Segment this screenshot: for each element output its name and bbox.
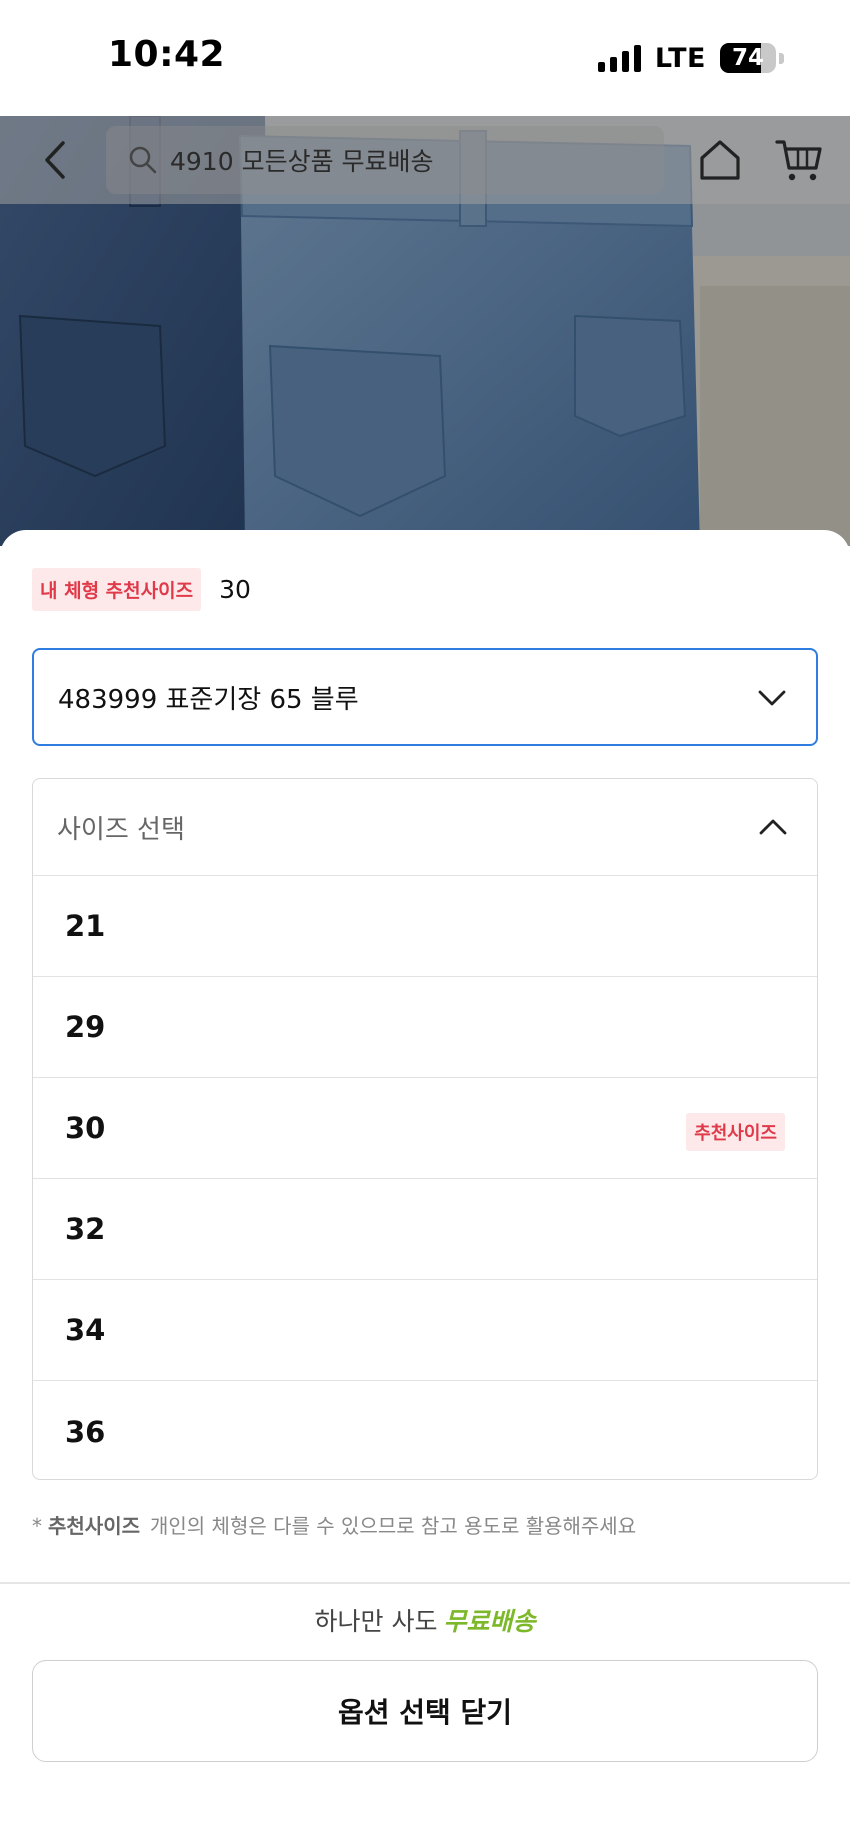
note-text: 개인의 체형은 다를 수 있으므로 참고 용도로 활용해주세요 xyxy=(150,1514,637,1538)
size-option[interactable]: 29 xyxy=(33,977,817,1078)
home-icon xyxy=(700,140,740,180)
note-asterisk: * xyxy=(32,1514,42,1538)
signal-icon xyxy=(597,44,641,72)
option-bottom-sheet: 내 체형 추천사이즈 30 483999 표준기장 65 블루 사이즈 선택 2… xyxy=(0,530,850,1842)
back-button[interactable] xyxy=(30,134,78,186)
size-value: 29 xyxy=(65,1010,106,1044)
note-title: 추천사이즈 xyxy=(48,1514,140,1538)
size-select-header[interactable]: 사이즈 선택 xyxy=(33,779,817,876)
search-input[interactable]: 4910 모든상품 무료배송 xyxy=(106,126,664,194)
divider xyxy=(0,1582,850,1584)
size-value: 30 xyxy=(65,1111,106,1145)
shipping-info: 하나만 사도 무료배송 xyxy=(0,1602,850,1638)
size-value: 36 xyxy=(65,1414,106,1449)
search-icon xyxy=(129,146,157,174)
recommended-size-row: 내 체형 추천사이즈 30 xyxy=(32,568,251,611)
shipping-prefix: 하나만 사도 xyxy=(314,1607,438,1636)
chevron-down-icon xyxy=(758,690,786,706)
recommended-size-badge: 내 체형 추천사이즈 xyxy=(32,568,202,611)
search-text: 4910 모든상품 무료배송 xyxy=(170,147,434,176)
color-option-value: 483999 표준기장 65 블루 xyxy=(58,684,359,715)
back-arrow-icon xyxy=(45,141,65,179)
size-select-label: 사이즈 선택 xyxy=(57,814,185,845)
color-option-select[interactable]: 483999 표준기장 65 블루 xyxy=(32,648,818,746)
size-option[interactable]: 32 xyxy=(33,1179,817,1280)
status-time: 10:42 xyxy=(108,34,226,75)
recommended-size-value: 30 xyxy=(219,575,251,604)
home-button[interactable] xyxy=(696,136,744,184)
top-nav: 4910 모든상품 무료배송 xyxy=(0,116,850,204)
size-dropdown: 사이즈 선택 21 29 30 추천사이즈 32 34 36 xyxy=(32,778,818,1480)
size-option[interactable]: 34 xyxy=(33,1280,817,1381)
size-option[interactable]: 30 추천사이즈 xyxy=(33,1078,817,1179)
cart-icon xyxy=(775,140,822,181)
cart-button[interactable] xyxy=(774,136,824,184)
chevron-up-icon xyxy=(759,819,787,835)
recommendation-note: * 추천사이즈 개인의 체형은 다를 수 있으므로 참고 용도로 활용해주세요 xyxy=(32,1510,636,1539)
close-options-button[interactable]: 옵션 선택 닫기 xyxy=(32,1660,818,1762)
size-value: 32 xyxy=(65,1212,106,1246)
size-option[interactable]: 36 xyxy=(33,1381,817,1479)
network-type: LTE xyxy=(654,42,706,74)
size-option[interactable]: 21 xyxy=(33,876,817,977)
size-value: 21 xyxy=(65,909,106,943)
battery-level: 74 xyxy=(731,45,764,71)
free-shipping-label: 무료배송 xyxy=(443,1607,536,1636)
status-indicators: LTE 74 xyxy=(597,40,784,76)
size-value: 34 xyxy=(65,1313,106,1347)
recommended-size-tag: 추천사이즈 xyxy=(686,1113,785,1151)
status-bar: 10:42 LTE 74 xyxy=(0,0,850,116)
battery-icon: 74 xyxy=(720,43,776,73)
